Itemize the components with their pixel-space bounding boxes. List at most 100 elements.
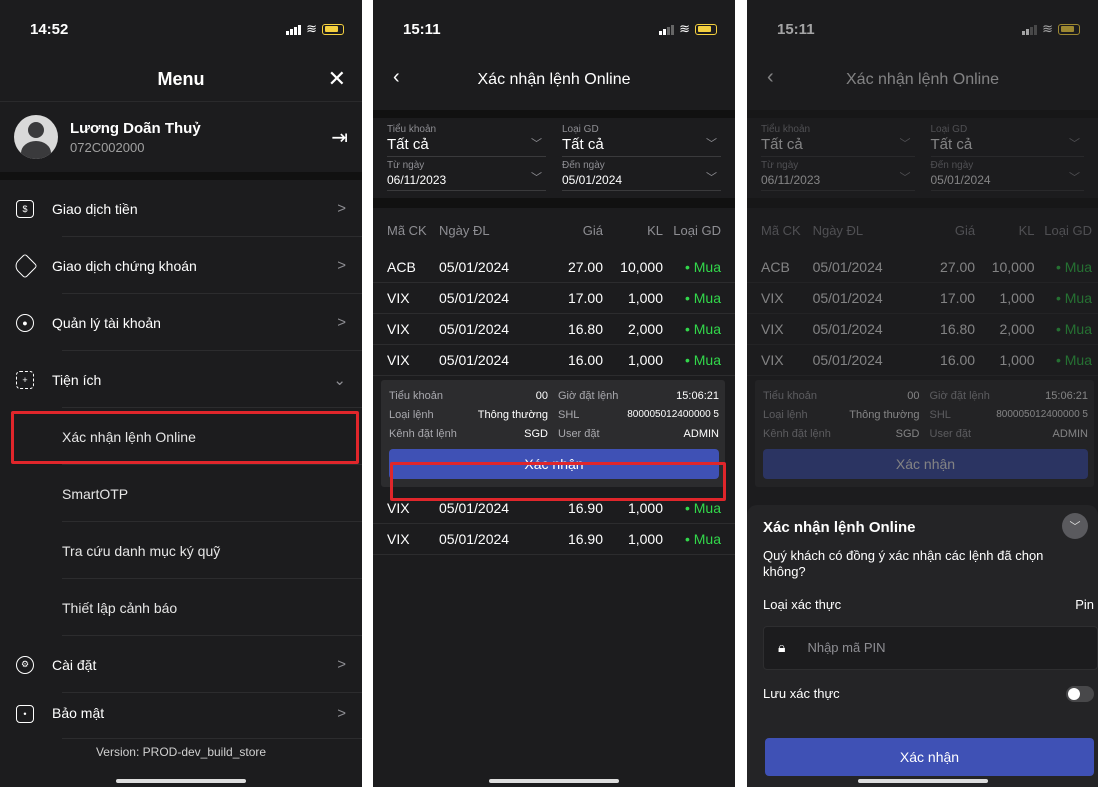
detail-value: 800005012400000 5 — [996, 408, 1088, 420]
cell: 17.00 — [940, 290, 976, 306]
table-row[interactable]: VIX 05/01/2024 16.90 1,000 • Mua — [373, 524, 735, 555]
cell: 17.00 — [567, 290, 603, 306]
cell: 1,000 — [627, 290, 663, 306]
orders-table-bottom: VIX 05/01/2024 16.90 1,000 • Mua VIX 05/01/20… — [373, 493, 735, 555]
page-title: Xác nhận lệnh Online — [477, 71, 631, 88]
utilities-icon: + — [16, 370, 34, 389]
sheet-title: Xác nhận lệnh Online — [763, 519, 916, 536]
submenu-item-smartotp[interactable]: SmartOTP — [0, 465, 362, 522]
table-row[interactable]: VIX 05/01/2024 17.00 1,000 • Mua — [373, 283, 735, 314]
submenu-item-alert-settings[interactable]: Thiết lập cảnh báo — [0, 579, 362, 636]
menu-item-label: Tiện ích — [52, 371, 102, 388]
cash-transaction-icon: $ — [16, 199, 34, 218]
logout-icon[interactable]: ⇥ — [331, 125, 348, 150]
sub-account-select[interactable]: Tiểu khoản Tất cả ﹀ — [387, 124, 546, 157]
table-header: Mã CK Ngày ĐL Giá KL Loại GD — [747, 208, 1098, 252]
detail-key: Tiểu khoản — [389, 389, 444, 402]
cell: 16.00 — [940, 352, 976, 368]
confirm-button-disabled: Xác nhận — [763, 449, 1088, 479]
back-icon: ‹ — [767, 66, 774, 88]
table-row[interactable]: VIX 05/01/2024 16.00 1,000 • Mua — [373, 345, 735, 376]
save-auth-toggle[interactable] — [1066, 685, 1094, 702]
cell: 1,000 — [999, 290, 1035, 306]
column-header: Loại GD — [1044, 222, 1092, 238]
order-type-select[interactable]: Loại GD Tất cả ﹀ — [562, 124, 721, 157]
field-value: Tất cả — [562, 136, 604, 153]
detail-value: 00 — [907, 389, 920, 402]
cell: VIX — [387, 352, 410, 368]
battery-icon — [1058, 23, 1080, 35]
menu-item-utilities[interactable]: + Tiện ích ⌄ — [0, 351, 362, 408]
chevron-down-icon: ⌄ — [333, 371, 346, 389]
menu-item-securities-transaction[interactable]: Giao dịch chứng khoán > — [0, 237, 362, 294]
wifi-icon: ≋ — [1042, 21, 1053, 36]
battery-icon — [322, 23, 344, 35]
detail-value: 800005012400000 5 — [627, 408, 719, 420]
filter-panel: Tiểu khoản Tất cả ﹀ Loại GD Tất cả ﹀ Từ … — [373, 110, 735, 208]
menu-item-label: Quản lý tài khoản — [52, 314, 161, 331]
cell: 1,000 — [627, 352, 663, 368]
sheet-confirm-button[interactable]: Xác nhận — [765, 738, 1094, 776]
wifi-icon: ≋ — [679, 21, 690, 36]
field-label: Tiểu khoản — [761, 124, 811, 135]
menu-item-cash-transaction[interactable]: $ Giao dịch tiền > — [0, 180, 362, 237]
auth-type-row[interactable]: Loại xác thực Pin — [763, 597, 1098, 612]
status-icons: ≋ — [286, 21, 344, 37]
page-title: Xác nhận lệnh Online — [846, 71, 999, 88]
menu-item-label: Cài đặt — [52, 656, 97, 673]
home-indicator — [116, 779, 246, 783]
field-value: Tất cả — [761, 136, 803, 153]
nav-bar: ‹ Xác nhận lệnh Online — [747, 58, 1098, 102]
field-label: Từ ngày — [761, 160, 799, 171]
home-indicator — [857, 779, 988, 783]
from-date-picker[interactable]: Từ ngày 06/11/2023 ﹀ — [387, 160, 546, 191]
chevron-down-icon: ﹀ — [706, 138, 717, 150]
detail-key: SHL — [558, 408, 580, 421]
detail-key: Kênh đặt lệnh — [389, 427, 457, 440]
menu-item-account-management[interactable]: ● Quản lý tài khoản > — [0, 294, 362, 351]
cell: 05/01/2024 — [812, 259, 883, 275]
confirm-bottom-sheet: Xác nhận lệnh Online ﹀ Quý khách có đồng… — [747, 505, 1098, 787]
cell: • Mua — [1055, 321, 1092, 337]
cell: • Mua — [1055, 259, 1092, 275]
menu-item-settings[interactable]: ⚙ Cài đặt > — [0, 636, 362, 693]
cell: ACB — [387, 259, 416, 275]
cell: 10,000 — [620, 259, 663, 275]
account-icon: ● — [16, 313, 34, 332]
menu-item-label: Bảo mật — [52, 705, 105, 721]
menu-item-label: Giao dịch chứng khoán — [52, 257, 197, 274]
submenu-item-margin-lookup[interactable]: Tra cứu danh mục ký quỹ — [0, 522, 362, 579]
cell: 05/01/2024 — [812, 321, 883, 337]
divider — [373, 198, 735, 208]
detail-value: SGD — [524, 427, 548, 440]
collapse-chevron-icon[interactable]: ﹀ — [1062, 513, 1088, 539]
chevron-right-icon: > — [337, 257, 346, 274]
table-row[interactable]: ACB 05/01/2024 27.00 10,000 • Mua — [373, 252, 735, 283]
highlight-box — [11, 411, 359, 464]
confirm-question: Quý khách có đồng ý xác nhận các lệnh đã… — [763, 548, 1044, 580]
nav-bar: ‹ Xác nhận lệnh Online — [373, 58, 735, 102]
detail-key: Loại lệnh — [763, 408, 808, 421]
detail-key: Loại lệnh — [389, 408, 434, 421]
cell: 05/01/2024 — [439, 531, 510, 547]
detail-value: Thông thường — [849, 408, 920, 421]
cell: • Mua — [684, 321, 721, 337]
cell: VIX — [387, 500, 410, 516]
user-card[interactable]: Lương Doãn Thuỷ 072C002000 ⇥ — [0, 102, 362, 180]
cell: • Mua — [1055, 352, 1092, 368]
close-icon[interactable]: ✕ — [328, 66, 346, 92]
column-header: Giá — [954, 222, 976, 238]
to-date-picker[interactable]: Đến ngày 05/01/2024 ﹀ — [562, 160, 721, 191]
field-label: Từ ngày — [387, 160, 425, 171]
highlight-box — [390, 462, 726, 501]
background-content: ‹ Xác nhận lệnh Online Tiểu khoản Tất cả ﹀… — [747, 58, 1098, 487]
table-row[interactable]: VIX 05/01/2024 16.80 2,000 • Mua — [373, 314, 735, 345]
back-icon[interactable]: ‹ — [393, 66, 400, 89]
cell: 16.80 — [940, 321, 976, 337]
detail-value: 15:06:21 — [1045, 389, 1088, 402]
menu-item-security[interactable]: • Bảo mật > — [0, 693, 362, 739]
cell: ACB — [761, 259, 790, 275]
pin-input[interactable]: 🔒︎ Nhập mã PIN — [763, 625, 1098, 670]
status-icons: ≋ — [659, 21, 717, 37]
detail-value: SGD — [895, 427, 920, 440]
